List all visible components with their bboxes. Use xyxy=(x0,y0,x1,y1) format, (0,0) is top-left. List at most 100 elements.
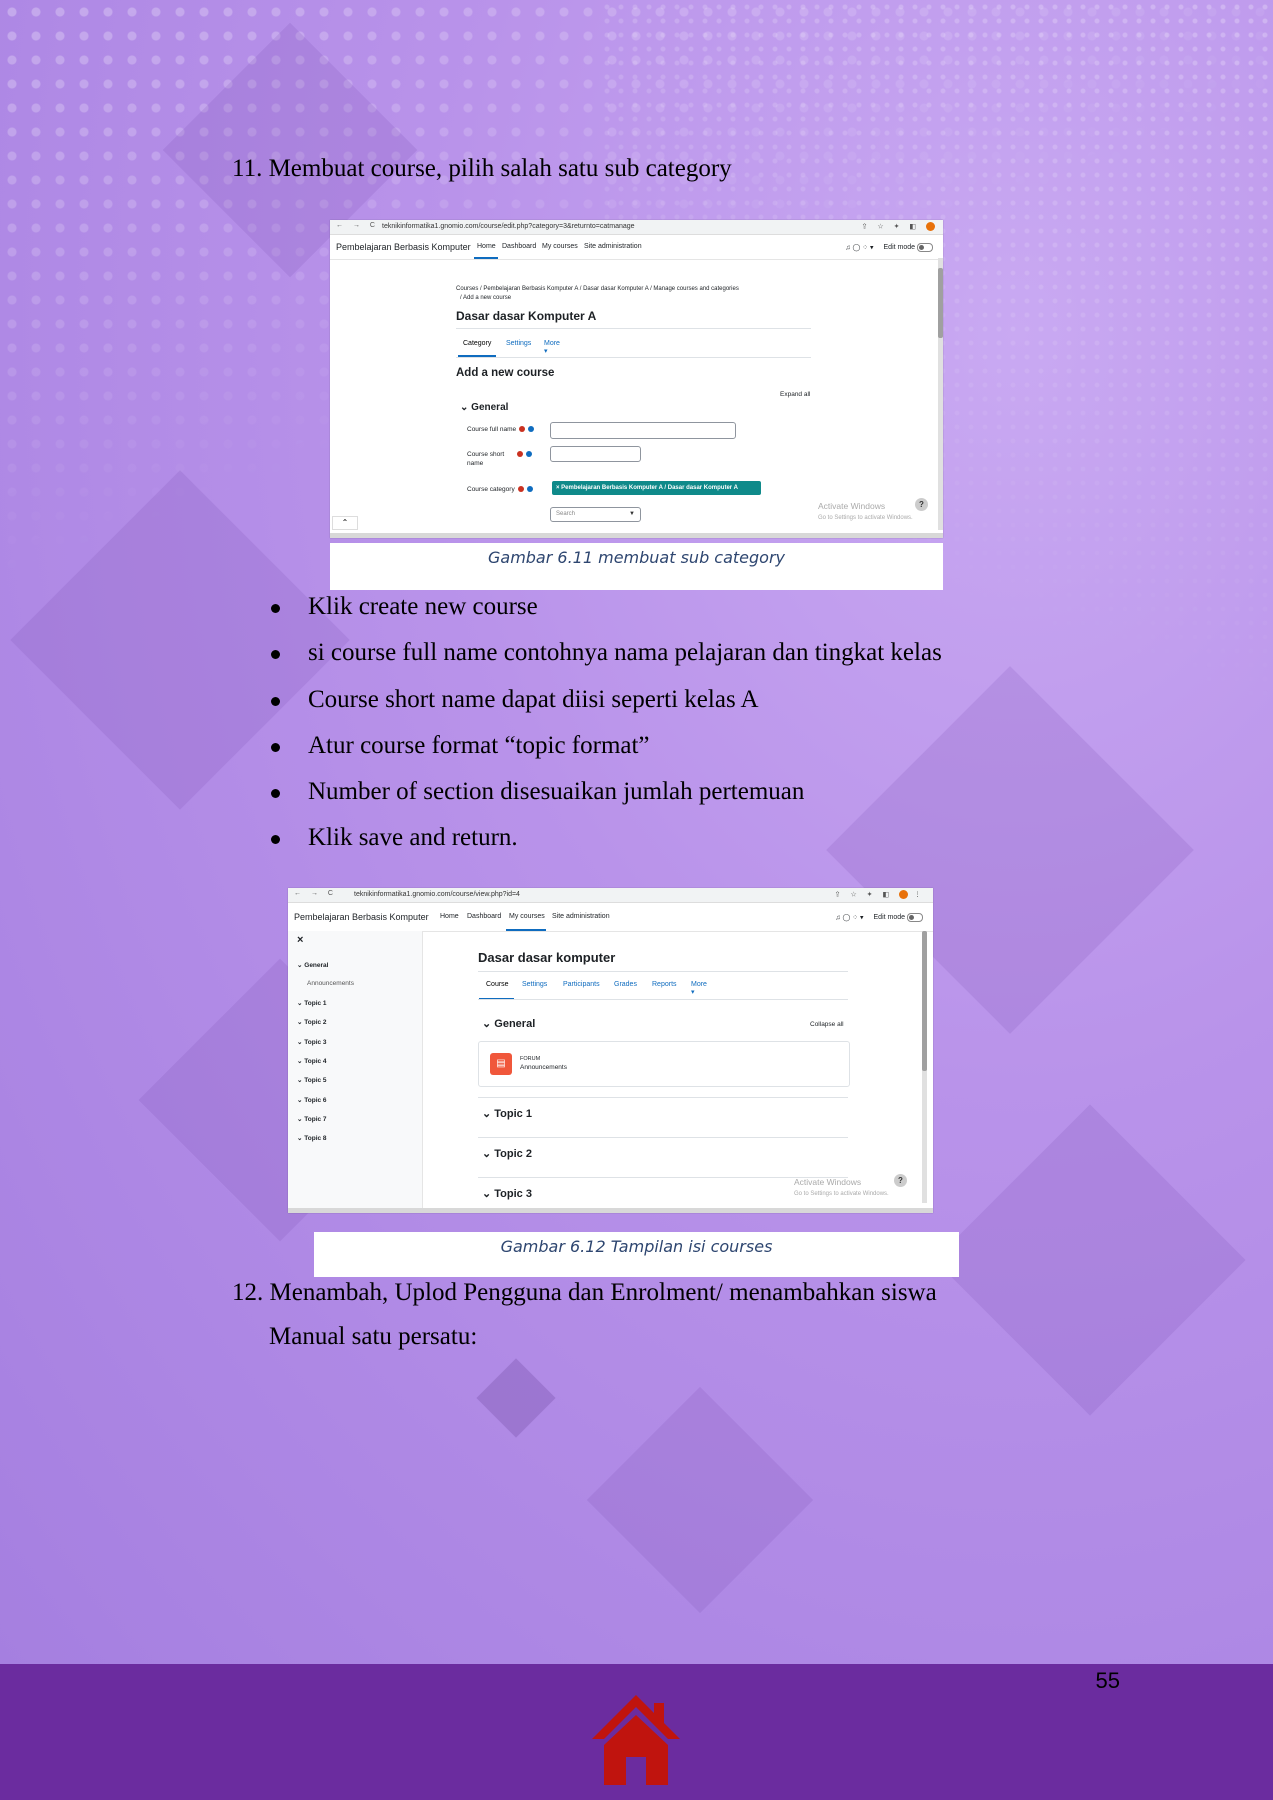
tab-grades[interactable]: Grades xyxy=(614,981,637,988)
site-name[interactable]: Pembelajaran Berbasis Komputer xyxy=(336,242,471,252)
tab-category[interactable]: Category xyxy=(463,340,491,347)
edit-mode-toggle[interactable] xyxy=(907,913,923,922)
list-item: Atur course format “topic format” xyxy=(268,731,942,777)
nav-my-courses[interactable]: My courses xyxy=(509,913,545,920)
browser-tool-icons: ⇪ ☆ ✦ ◧ ⋮ xyxy=(834,890,925,899)
user-menu-icon[interactable]: ⁘ ▾ xyxy=(852,914,863,921)
chevron-down-icon: ⌄ xyxy=(460,402,472,413)
forum-activity-card[interactable]: ▤ FORUM Announcements xyxy=(478,1041,850,1087)
browser-bar: ← → C teknikinformatika1.gnomio.com/cour… xyxy=(330,220,943,235)
step-12-line2: Manual satu persatu: xyxy=(269,1323,478,1350)
activate-windows-watermark: Activate Windows Go to Settings to activa… xyxy=(794,1177,889,1197)
required-icon xyxy=(519,426,526,433)
browser-url: teknikinformatika1.gnomio.com/course/edi… xyxy=(382,223,635,230)
user-menu-icon[interactable]: ⁘ ▾ xyxy=(862,244,873,251)
list-item: Course short name dapat diisi seperti ke… xyxy=(268,685,942,731)
chat-icon[interactable]: ◯ xyxy=(852,244,860,251)
category-search[interactable]: Search ▼ xyxy=(550,507,641,522)
breadcrumb[interactable]: Courses / Pembelajaran Berbasis Komputer… xyxy=(456,285,739,294)
nav-home[interactable]: Home xyxy=(440,913,459,920)
forum-icon: ▤ xyxy=(490,1053,512,1075)
tab-reports[interactable]: Reports xyxy=(652,981,677,988)
vertical-scrollbar[interactable] xyxy=(922,931,927,1203)
tab-participants[interactable]: Participants xyxy=(563,981,600,988)
dropdown-arrow-icon: ▼ xyxy=(629,511,635,517)
help-icon xyxy=(528,426,535,433)
browser-tool-icons: ⇪ ☆ ✦ ◧ xyxy=(862,222,935,231)
horizontal-scrollbar[interactable] xyxy=(288,1208,933,1213)
category-badge[interactable]: × Pembelajaran Berbasis Komputer A / Das… xyxy=(552,481,761,495)
browser-url: teknikinformatika1.gnomio.com/course/vie… xyxy=(354,891,520,898)
scroll-up-icon[interactable]: ⌃ xyxy=(332,516,358,530)
edit-mode-label: Edit mode xyxy=(873,914,906,922)
activate-windows-watermark: Activate Windows Go to Settings to activa… xyxy=(818,501,913,521)
sidebar-item-topic-6[interactable]: ⌄ Topic 6 xyxy=(297,1096,327,1104)
chat-icon[interactable]: ◯ xyxy=(842,914,850,921)
sidebar-item-topic-1[interactable]: ⌄ Topic 1 xyxy=(297,999,327,1007)
help-button[interactable]: ? xyxy=(894,1174,907,1187)
caption-6-11: Gambar 6.11 membuat sub category xyxy=(330,543,943,590)
bell-icon[interactable]: ♫ xyxy=(845,244,850,251)
edit-mode-toggle[interactable] xyxy=(917,243,933,252)
chevron-down-icon: ⌄ xyxy=(482,1108,495,1120)
navbar-right: ♫ ◯ ⁘ ▾ Edit mode xyxy=(835,913,923,922)
sidebar-item-topic-8[interactable]: ⌄ Topic 8 xyxy=(297,1134,327,1142)
label-shortname: Course short name xyxy=(467,450,533,468)
label-category: Course category xyxy=(467,485,533,494)
nav-site-admin[interactable]: Site administration xyxy=(584,243,642,250)
avatar xyxy=(899,890,909,899)
home-icon[interactable] xyxy=(588,1693,684,1785)
step-11-heading: 11. Membuat course, pilih salah satu sub… xyxy=(232,154,732,184)
tab-more[interactable]: More ▾ xyxy=(691,981,707,996)
section-topic-1[interactable]: ⌄ Topic 1 xyxy=(482,1107,532,1120)
vertical-scrollbar[interactable] xyxy=(938,258,943,530)
browser-bar: ← → C teknikinformatika1.gnomio.com/cour… xyxy=(288,888,933,903)
nav-site-admin[interactable]: Site administration xyxy=(552,913,610,920)
tab-more[interactable]: More ▾ xyxy=(544,340,560,355)
course-index-sidebar: × ⌄ General Announcements ⌄ Topic 1 ⌄ To… xyxy=(288,931,423,1213)
avatar xyxy=(926,222,935,231)
sidebar-item-topic-7[interactable]: ⌄ Topic 7 xyxy=(297,1115,327,1123)
tab-course[interactable]: Course xyxy=(486,981,509,988)
list-item: Klik create new course xyxy=(268,592,942,638)
sidebar-item-topic-3[interactable]: ⌄ Topic 3 xyxy=(297,1038,327,1046)
section-topic-2[interactable]: ⌄ Topic 2 xyxy=(482,1147,532,1160)
site-name[interactable]: Pembelajaran Berbasis Komputer xyxy=(294,912,429,922)
page-number: 55 xyxy=(1095,1668,1120,1693)
close-icon[interactable]: × xyxy=(297,934,303,946)
step-12-line1: Menambah, Uplod Pengguna dan Enrolment/ … xyxy=(269,1279,937,1306)
course-fullname-input[interactable] xyxy=(550,422,736,439)
nav-dashboard[interactable]: Dashboard xyxy=(502,243,536,250)
sidebar-item-announcements[interactable]: Announcements xyxy=(307,980,354,987)
section-topic-3[interactable]: ⌄ Topic 3 xyxy=(482,1187,532,1200)
list-item: Number of section disesuaikan jumlah per… xyxy=(268,777,942,823)
required-icon xyxy=(517,486,524,493)
browser-nav-icons: ← → C xyxy=(294,890,337,897)
sidebar-item-topic-5[interactable]: ⌄ Topic 5 xyxy=(297,1076,327,1084)
step-12-heading: 12. Menambah, Uplod Pengguna dan Enrolme… xyxy=(232,1278,937,1308)
tab-settings[interactable]: Settings xyxy=(506,340,531,347)
category-title: Dasar dasar Komputer A xyxy=(456,309,597,323)
forum-name[interactable]: Announcements xyxy=(520,1063,567,1072)
screenshot-add-new-course: ← → C teknikinformatika1.gnomio.com/cour… xyxy=(330,220,943,538)
tab-settings[interactable]: Settings xyxy=(522,981,547,988)
expand-all-link[interactable]: Expand all xyxy=(780,390,810,399)
section-general[interactable]: ⌄ General xyxy=(460,402,508,413)
horizontal-scrollbar[interactable] xyxy=(330,533,943,538)
sidebar-item-topic-2[interactable]: ⌄ Topic 2 xyxy=(297,1018,327,1026)
collapse-all-link[interactable]: Collapse all xyxy=(810,1020,844,1029)
caption-6-12: Gambar 6.12 Tampilan isi courses xyxy=(314,1232,959,1277)
step-11-text: Membuat course, pilih salah satu sub cat… xyxy=(268,155,732,182)
nav-dashboard[interactable]: Dashboard xyxy=(467,913,501,920)
instruction-list: Klik create new course si course full na… xyxy=(268,592,942,870)
sidebar-item-general[interactable]: ⌄ General xyxy=(297,961,328,969)
course-shortname-input[interactable] xyxy=(550,446,641,462)
edit-mode-label: Edit mode xyxy=(883,244,916,252)
sidebar-item-topic-4[interactable]: ⌄ Topic 4 xyxy=(297,1057,327,1065)
nav-my-courses[interactable]: My courses xyxy=(542,243,578,250)
section-general[interactable]: ⌄ General xyxy=(482,1017,535,1030)
help-button[interactable]: ? xyxy=(915,498,928,511)
bell-icon[interactable]: ♫ xyxy=(835,914,840,921)
chevron-down-icon: ⌄ xyxy=(482,1018,495,1030)
nav-home[interactable]: Home xyxy=(477,243,496,250)
